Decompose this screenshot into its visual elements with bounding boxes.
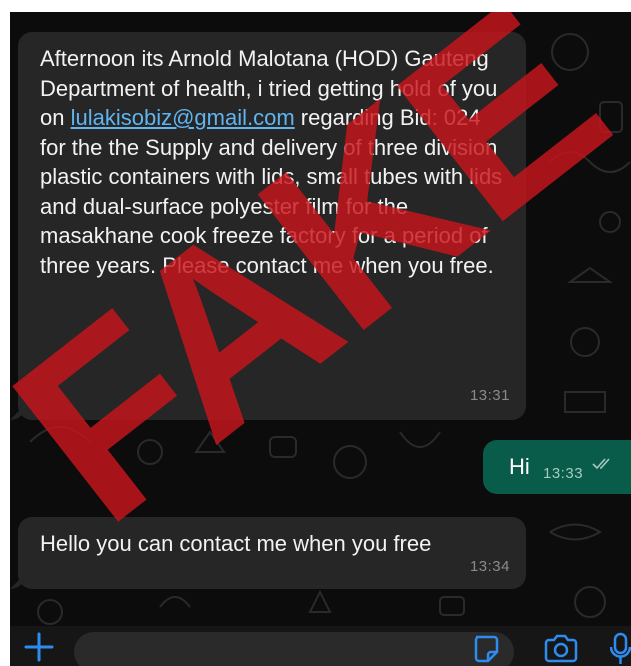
composer-bar	[10, 626, 631, 666]
message-timestamp: 13:31	[469, 386, 510, 404]
message-text: Hello you can contact me when you free	[40, 531, 432, 556]
camera-icon[interactable]	[543, 634, 579, 664]
email-link[interactable]: lulakisobiz@gmail.com	[71, 105, 295, 130]
message-text: Hi	[509, 454, 530, 479]
message-text: Afternoon its Arnold Malotana (HOD) Gaut…	[40, 46, 503, 278]
mic-icon[interactable]	[610, 632, 631, 666]
outgoing-message-hi[interactable]: Hi 13:33	[483, 440, 631, 494]
message-timestamp: 13:34	[469, 557, 510, 575]
plus-icon[interactable]	[24, 632, 54, 662]
incoming-message-bid[interactable]: Afternoon its Arnold Malotana (HOD) Gaut…	[18, 32, 526, 420]
message-timestamp: 13:33	[543, 465, 584, 482]
sticker-icon[interactable]	[470, 634, 500, 664]
message-input[interactable]	[74, 632, 514, 666]
double-check-icon	[592, 458, 610, 470]
chat-screen: Afternoon its Arnold Malotana (HOD) Gaut…	[10, 12, 631, 666]
incoming-message-contact[interactable]: Hello you can contact me when you free 1…	[18, 517, 526, 589]
